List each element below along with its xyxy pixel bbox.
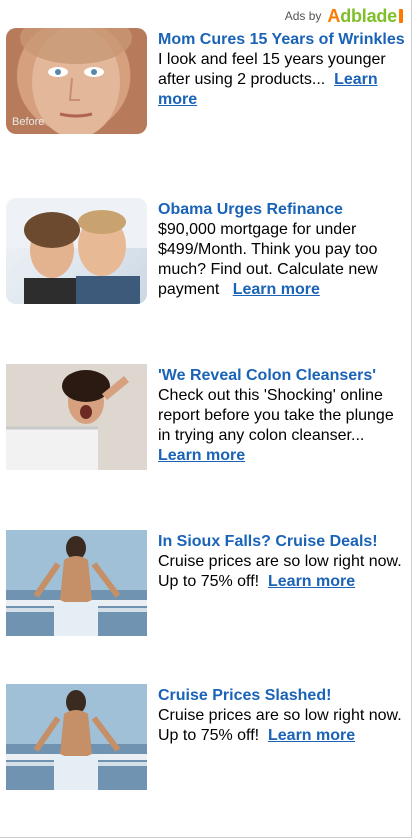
ad-item[interactable]: Before Mom Cures 15 Years of Wrinkles I … bbox=[6, 28, 405, 168]
ad-title-link[interactable]: Cruise Prices Slashed! bbox=[158, 686, 405, 706]
ad-item[interactable]: In Sioux Falls? Cruise Deals! Cruise pri… bbox=[6, 530, 405, 670]
learn-more-link[interactable]: Learn more bbox=[158, 447, 245, 464]
ad-item[interactable]: Cruise Prices Slashed! Cruise prices are… bbox=[6, 684, 405, 824]
cruise-woman-photo-icon[interactable] bbox=[6, 530, 147, 636]
cruise-woman-image bbox=[6, 684, 147, 790]
ad-title-link[interactable]: 'We Reveal Colon Cleansers' bbox=[158, 366, 405, 386]
ad-copy: Cruise Prices Slashed! Cruise prices are… bbox=[158, 686, 405, 746]
adblade-logo-a: A bbox=[327, 6, 341, 26]
image-caption: Before bbox=[12, 116, 45, 128]
ad-copy: Mom Cures 15 Years of Wrinkles I look an… bbox=[158, 30, 405, 110]
couple-photo-icon[interactable] bbox=[6, 198, 147, 304]
ad-title-link[interactable]: Mom Cures 15 Years of Wrinkles bbox=[158, 30, 405, 50]
screaming-woman-photo-icon[interactable] bbox=[6, 364, 147, 470]
ad-widget: Ads by Adblade Before Mom Cures 15 Years… bbox=[0, 0, 412, 838]
adblade-logo-text: dblade bbox=[340, 6, 397, 26]
cruise-woman-photo-icon[interactable] bbox=[6, 684, 147, 790]
adblade-logo-mark bbox=[399, 9, 403, 23]
learn-more-link[interactable]: Learn more bbox=[268, 727, 355, 744]
ads-by-label: Ads by bbox=[284, 9, 322, 23]
face-photo-icon[interactable]: Before bbox=[6, 28, 147, 134]
ad-item[interactable]: Obama Urges Refinance $90,000 mortgage f… bbox=[6, 198, 405, 338]
learn-more-link[interactable]: Learn more bbox=[233, 281, 320, 298]
learn-more-link[interactable]: Learn more bbox=[268, 573, 355, 590]
adblade-logo[interactable]: Adblade bbox=[327, 7, 403, 25]
ad-copy: Obama Urges Refinance $90,000 mortgage f… bbox=[158, 200, 405, 300]
ad-item[interactable]: 'We Reveal Colon Cleansers' Check out th… bbox=[6, 364, 405, 504]
ad-copy: In Sioux Falls? Cruise Deals! Cruise pri… bbox=[158, 532, 405, 592]
cruise-woman-image bbox=[6, 530, 147, 636]
ad-description: Check out this 'Shocking' online report … bbox=[158, 387, 394, 444]
ad-copy: 'We Reveal Colon Cleansers' Check out th… bbox=[158, 366, 405, 466]
ad-title-link[interactable]: Obama Urges Refinance bbox=[158, 200, 405, 220]
ad-title-link[interactable]: In Sioux Falls? Cruise Deals! bbox=[158, 532, 405, 552]
screaming-woman-image bbox=[6, 364, 147, 470]
couple-image bbox=[6, 198, 147, 304]
ads-attribution[interactable]: Ads by Adblade bbox=[285, 7, 403, 25]
